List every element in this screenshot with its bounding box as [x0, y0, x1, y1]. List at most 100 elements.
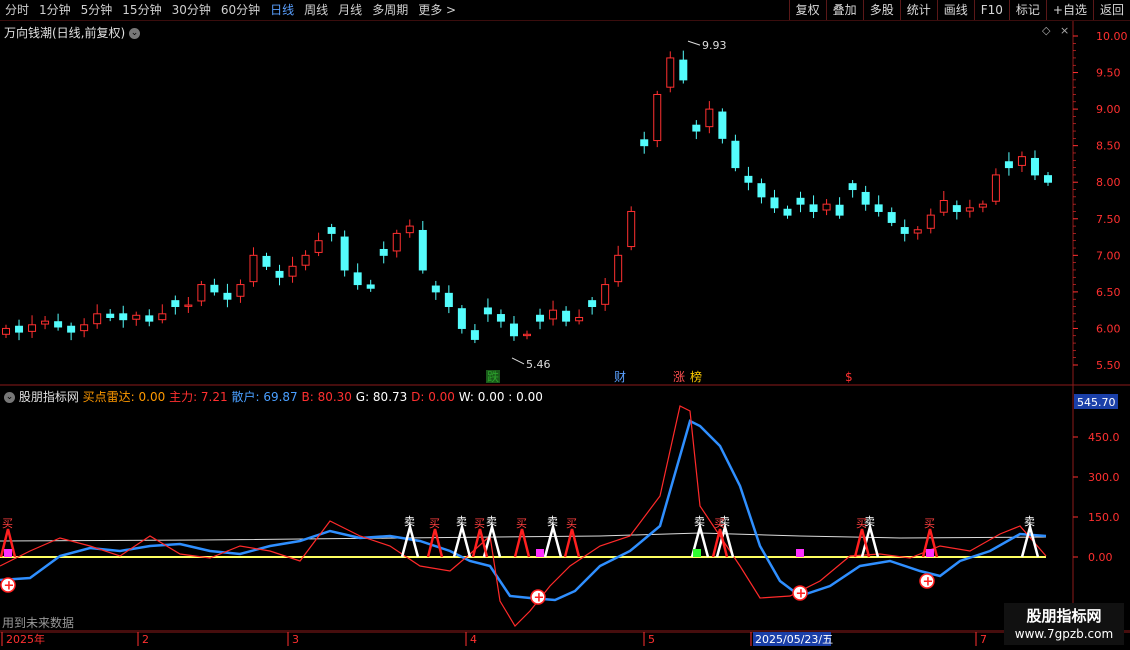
- high-pointer: [687, 40, 701, 46]
- event-marker: 涨: [673, 369, 685, 384]
- y-tick-label: 0.00: [1088, 551, 1113, 564]
- chart-controls: ◇ ×: [1042, 24, 1069, 37]
- buy-label: 买: [474, 517, 485, 530]
- event-marker: 跌: [487, 369, 499, 384]
- candle-body: [353, 272, 362, 286]
- y-tick-label: 450.0: [1088, 431, 1120, 444]
- candle-body: [523, 333, 531, 337]
- candle-body: [562, 310, 571, 322]
- candle-body: [210, 284, 219, 293]
- y-tick-label: 6.00: [1096, 322, 1121, 335]
- toolbar-button[interactable]: 标记: [1008, 0, 1046, 20]
- period-tab[interactable]: 15分钟: [117, 0, 166, 20]
- candle-body: [327, 227, 336, 234]
- current-value-label: 545.70: [1077, 396, 1116, 409]
- candle-body: [184, 304, 193, 307]
- indicator-value: 主力: 7.21: [165, 390, 228, 404]
- candle-body: [405, 225, 414, 234]
- candle-body: [1017, 156, 1026, 166]
- time-label: 5: [648, 633, 655, 646]
- candle-body: [874, 204, 883, 212]
- close-icon[interactable]: ×: [1060, 24, 1069, 37]
- candle-body: [822, 203, 831, 211]
- period-tab[interactable]: 分时: [0, 0, 34, 20]
- y-tick-label: 300.0: [1088, 471, 1120, 484]
- indicator-value: W: 0.00 : 0.00: [454, 390, 543, 404]
- toolbar-button[interactable]: +自选: [1045, 0, 1093, 20]
- candle-body: [1044, 175, 1052, 183]
- candle-body: [418, 229, 427, 271]
- buy-label: 买: [924, 517, 935, 530]
- watermark-url: www.7gpzb.com: [1014, 627, 1114, 641]
- indicator-chart[interactable]: 450.0300.0150.00.00545.70卖卖卖卖卖卖卖卖买买买买买买买…: [0, 386, 1130, 632]
- candle-body: [444, 292, 453, 308]
- period-tab[interactable]: 日线: [265, 0, 299, 20]
- chevron-down-icon[interactable]: ⌄: [129, 28, 141, 39]
- toolbar-button[interactable]: 多股: [862, 0, 900, 20]
- sell-signal: [400, 522, 420, 558]
- buy-label: 买: [429, 517, 440, 530]
- candle-body: [314, 240, 323, 253]
- candle-body: [991, 174, 1000, 202]
- candle-body: [15, 325, 24, 333]
- candle-body: [236, 284, 245, 297]
- watermark-title: 股朋指标网: [1026, 607, 1102, 625]
- candle-body: [119, 313, 128, 321]
- toolbar-button[interactable]: 返回: [1092, 0, 1130, 20]
- buy-label: 买: [714, 517, 725, 530]
- period-tab[interactable]: 60分钟: [216, 0, 265, 20]
- candle-body: [783, 208, 792, 216]
- toolbar-button[interactable]: 画线: [936, 0, 974, 20]
- candle-body: [848, 183, 857, 191]
- period-tab[interactable]: 5分钟: [76, 0, 118, 20]
- candle-body: [197, 284, 206, 302]
- time-label: 7: [980, 633, 987, 646]
- period-tab[interactable]: 月线: [333, 0, 367, 20]
- candle-body: [614, 254, 623, 283]
- toolbar-button[interactable]: 统计: [899, 0, 937, 20]
- diamond-icon[interactable]: ◇: [1042, 24, 1050, 37]
- buy-label: 买: [856, 517, 867, 530]
- toolbar-button[interactable]: 叠加: [825, 0, 863, 20]
- candle-body: [275, 270, 284, 278]
- sell-label: 卖: [547, 515, 558, 528]
- y-tick-label: 9.00: [1096, 103, 1121, 116]
- cursor-date: 2025/05/23/五: [755, 633, 833, 646]
- candle-body: [483, 307, 492, 315]
- sell-label: 卖: [1024, 515, 1035, 528]
- candle-body: [926, 214, 935, 229]
- zhuli-line: [0, 405, 1047, 627]
- candle-body: [601, 284, 610, 305]
- candle-body: [718, 111, 727, 139]
- period-tab[interactable]: 周线: [299, 0, 333, 20]
- candle-body: [379, 248, 388, 256]
- stock-title-bar: 万向钱潮(日线,前复权) ⌄: [4, 24, 141, 41]
- period-tab[interactable]: 1分钟: [34, 0, 76, 20]
- candle-body: [913, 229, 922, 234]
- plus-icon: +: [796, 587, 807, 602]
- period-tab[interactable]: 30分钟: [167, 0, 216, 20]
- main-candlestick-chart[interactable]: 10.00 9.50 9.00 8.50 8.00 7.50 7.00 6.50 6.00 5.5…: [0, 21, 1130, 386]
- candle-body: [392, 232, 401, 252]
- stock-title: 万向钱潮(日线,前复权): [4, 26, 126, 40]
- period-tab[interactable]: 更多 >: [413, 0, 461, 20]
- candle-body: [509, 323, 518, 337]
- sell-signal: [543, 522, 563, 558]
- indicator-value: 买点雷达: 0.00: [82, 390, 166, 404]
- toolbar-button[interactable]: 复权: [788, 0, 826, 20]
- candle-body: [705, 108, 714, 128]
- candle-body: [809, 204, 818, 212]
- toolbar-button[interactable]: F10: [973, 0, 1009, 20]
- event-marker: 榜: [690, 369, 702, 384]
- plus-icon: +: [4, 579, 15, 594]
- red-signal: [426, 528, 444, 558]
- candle-body: [653, 93, 662, 142]
- chevron-down-icon[interactable]: ⌄: [4, 392, 15, 403]
- candle-body: [249, 254, 258, 283]
- indicator-value: D: 0.00: [407, 390, 455, 404]
- indicator-value: B: 80.30: [297, 390, 352, 404]
- candle-body: [939, 200, 948, 213]
- candle-body: [1004, 161, 1013, 169]
- sanhu-line: [0, 419, 1047, 602]
- period-tab[interactable]: 多周期: [367, 0, 413, 20]
